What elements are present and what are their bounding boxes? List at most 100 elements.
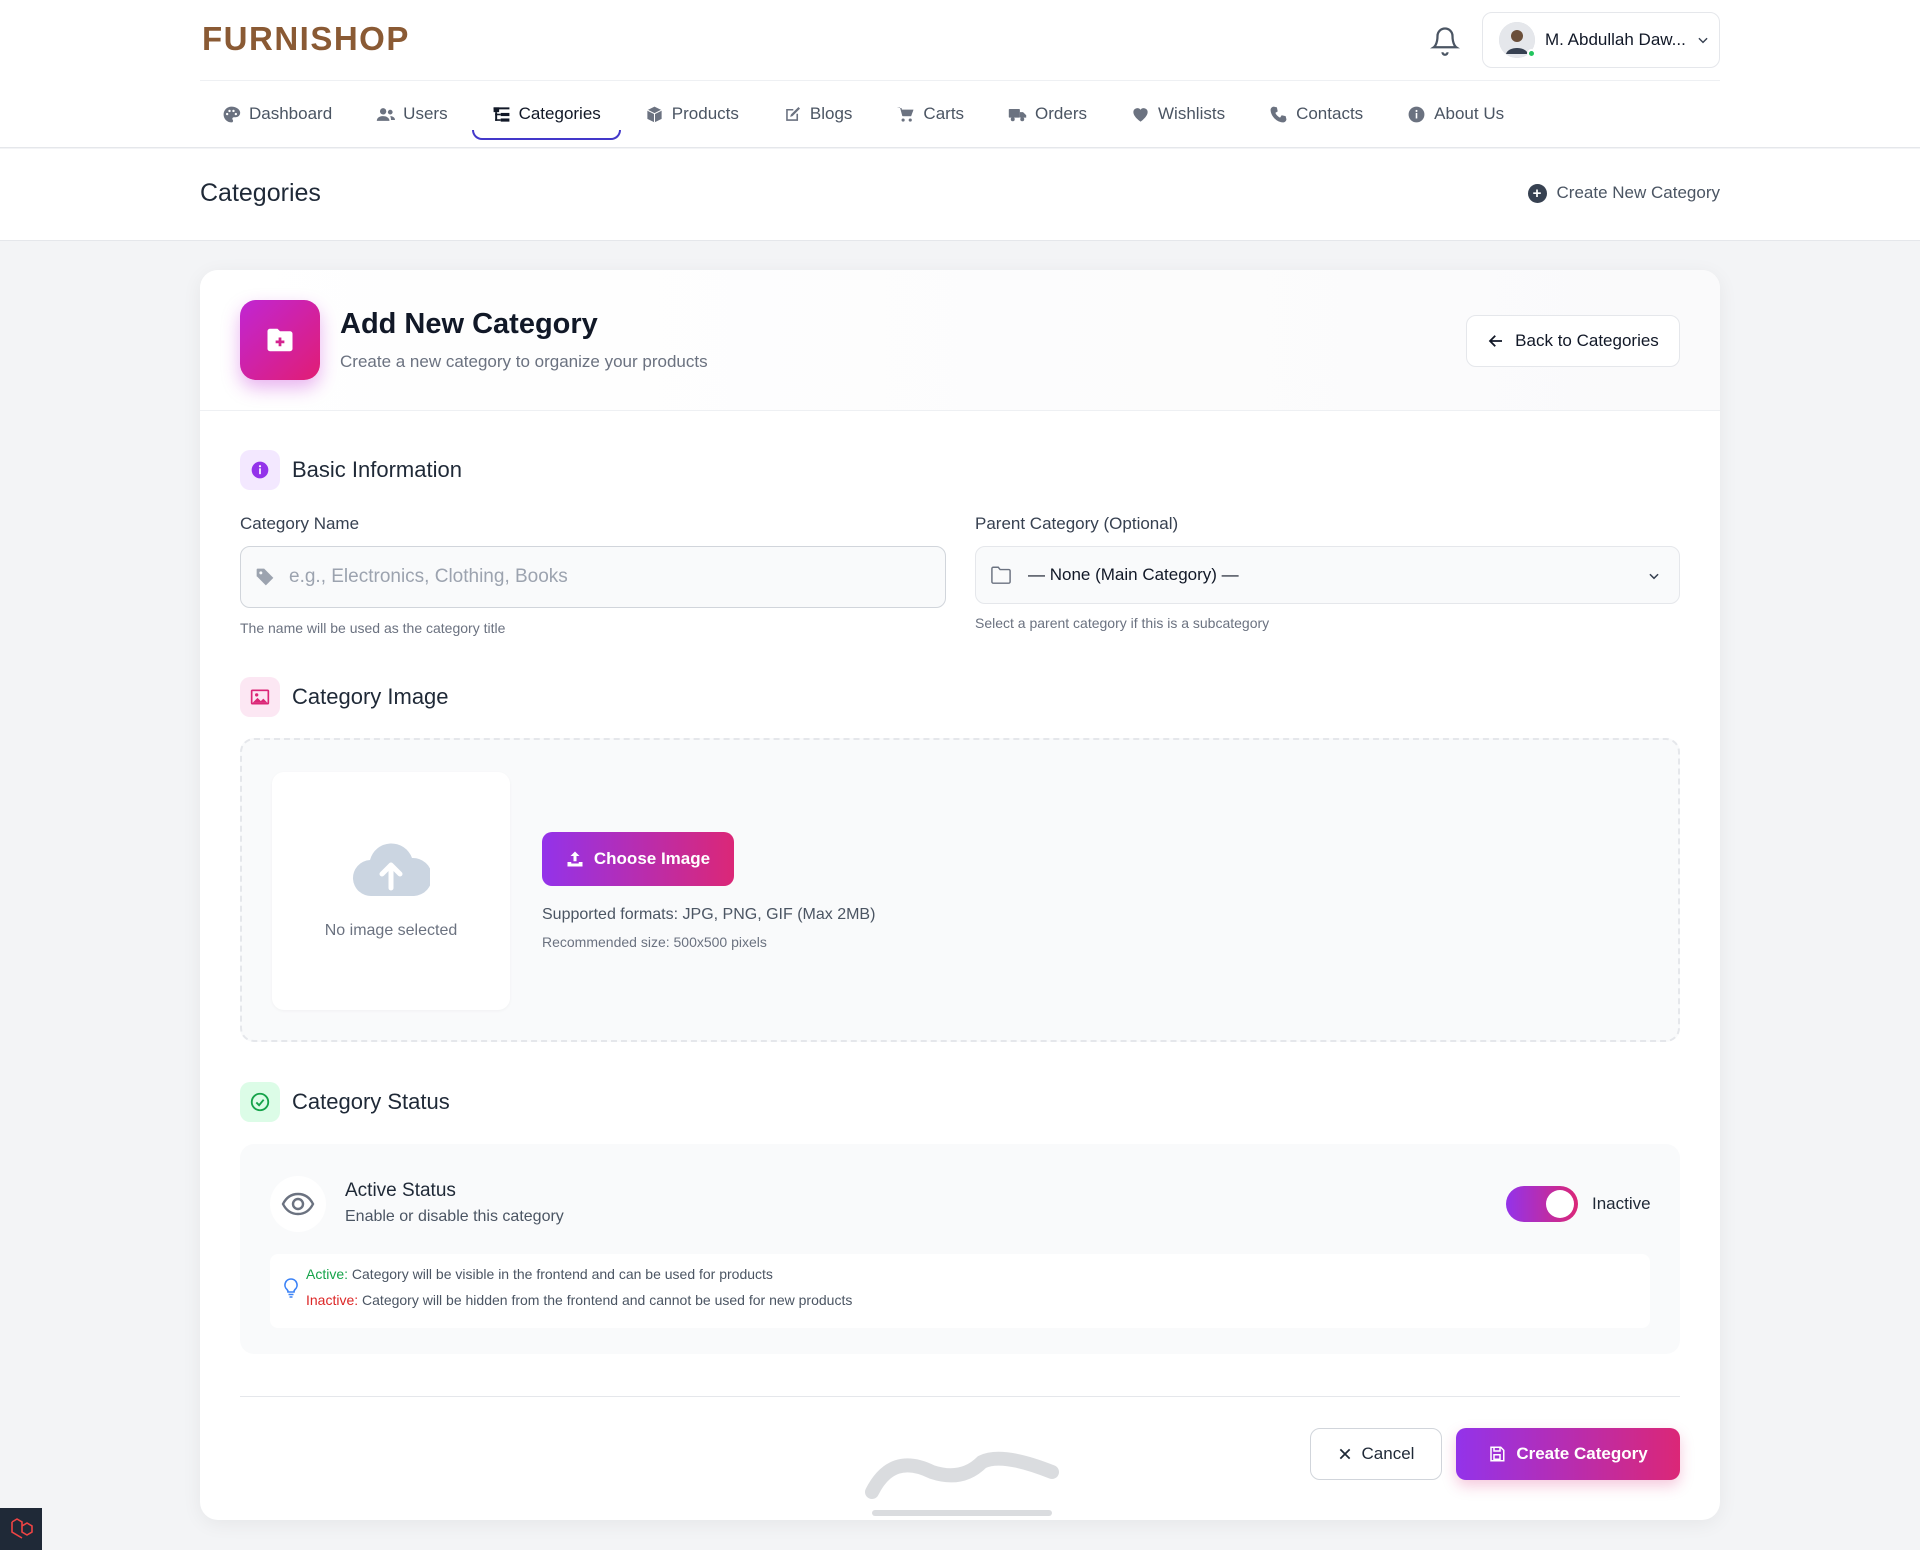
cloud-upload-icon [352,843,430,897]
note-active-key: Active: [306,1266,349,1282]
card-header: Add New Category Create a new category t… [200,270,1720,411]
bell-icon[interactable] [1430,26,1460,56]
nav-about-us[interactable]: About Us [1385,90,1526,138]
active-status-toggle[interactable] [1506,1186,1578,1222]
image-upload-area[interactable]: No image selected Choose Image Supported… [240,738,1680,1042]
nav-blogs[interactable]: Blogs [761,90,875,138]
avatar [1499,22,1536,58]
category-image-heading: Category Image [240,677,449,717]
basic-info-heading: Basic Information [240,450,462,490]
nav-label: Carts [923,104,965,123]
nav-orders[interactable]: Orders [986,90,1109,138]
save-icon [1490,1446,1505,1462]
nav-users[interactable]: Users [354,90,469,138]
nav-categories[interactable]: Categories [470,90,623,140]
create-new-category-link[interactable]: + Create New Category [1527,183,1720,203]
category-name-placeholder: e.g., Electronics, Clothing, Books [289,566,568,587]
create-link-label: Create New Category [1556,183,1720,202]
chevron-down-icon [1698,37,1708,44]
main-nav: Dashboard Users Categories Products Blog… [200,90,1526,140]
check-circle-icon [240,1082,280,1122]
parent-category-hint: Select a parent category if this is a su… [975,615,1270,631]
brand-logo[interactable]: FURNISHOP [202,20,410,58]
toggle-state-label: Inactive [1592,1194,1651,1213]
box-icon [646,106,662,122]
nav-label: Users [403,104,448,123]
page-title-bar: Categories + Create New Category [0,149,1920,241]
card-subtitle: Create a new category to organize your p… [340,352,708,371]
no-image-text: No image selected [324,922,458,939]
category-name-hint: The name will be used as the category ti… [240,620,506,636]
arrow-left-icon [1488,335,1503,347]
heart-icon [1133,107,1148,122]
truck-icon [1008,108,1027,121]
cancel-label: Cancel [1361,1444,1415,1463]
supported-formats-text: Supported formats: JPG, PNG, GIF (Max 2M… [542,906,876,923]
note-inactive-text: Category will be hidden from the fronten… [358,1292,853,1308]
nav-label: About Us [1434,104,1505,123]
back-to-categories-button[interactable]: Back to Categories [1466,315,1680,367]
nav-carts[interactable]: Carts [874,90,986,138]
nav-label: Products [671,104,739,123]
page-title: Categories [200,179,321,207]
info-circle-icon [240,450,280,490]
nav-label: Wishlists [1158,104,1226,123]
nav-label: Categories [518,104,601,123]
nav-dashboard[interactable]: Dashboard [200,90,354,138]
phone-icon [1270,106,1287,122]
section-label: Basic Information [292,457,462,482]
category-status-heading: Category Status [240,1082,450,1122]
toggle-knob [1546,1190,1574,1218]
top-header: FURNISHOP M. Abdullah Daw... Dashboard U… [0,0,1920,148]
online-indicator [1527,49,1536,58]
user-name: M. Abdullah Daw... [1545,30,1686,49]
category-name-input[interactable]: e.g., Electronics, Clothing, Books [240,546,946,608]
parent-category-label: Parent Category (Optional) [975,514,1179,533]
parent-category-value: — None (Main Category) — [1028,565,1239,584]
header-divider [200,80,1720,81]
note-active-line: Active: Category will be visible in the … [306,1266,773,1282]
cancel-button[interactable]: Cancel [1310,1428,1442,1480]
sitemap-icon [493,106,509,122]
nav-contacts[interactable]: Contacts [1247,90,1385,138]
choose-image-label: Choose Image [593,849,711,868]
parent-category-select[interactable]: — None (Main Category) — [975,546,1680,604]
section-label: Category Status [292,1089,450,1114]
info-icon [1408,106,1425,122]
plus-circle-icon: + [1527,183,1547,203]
active-status-title: Active Status [345,1180,456,1201]
add-category-card: Add New Category Create a new category t… [200,270,1720,1520]
create-category-button[interactable]: Create Category [1456,1428,1680,1480]
nav-products[interactable]: Products [623,90,761,138]
form-footer-divider [240,1396,1680,1397]
lightbulb-icon [284,1278,298,1298]
nav-label: Blogs [809,104,853,123]
active-status-subtitle: Enable or disable this category [345,1208,564,1225]
user-menu[interactable]: M. Abdullah Daw... [1482,12,1720,68]
edit-icon [786,106,800,121]
chevron-down-icon [1649,573,1659,580]
note-inactive-key: Inactive: [306,1292,359,1308]
section-label: Category Image [292,684,449,709]
category-name-label: Category Name [240,514,360,533]
close-icon [1339,1448,1350,1460]
nav-label: Orders [1035,104,1088,123]
note-inactive-line: Inactive: Category will be hidden from t… [306,1292,852,1308]
framework-badge-icon[interactable] [0,1508,42,1550]
card-title: Add New Category [340,308,598,340]
upload-icon [567,851,583,867]
tag-icon [256,568,274,586]
watermark-logo [865,1451,1059,1516]
folder-icon [991,566,1011,584]
folder-plus-icon [240,300,320,380]
image-icon [240,677,280,717]
nav-label: Contacts [1296,104,1364,123]
status-panel: Active Status Enable or disable this cat… [240,1144,1680,1354]
nav-label: Dashboard [249,104,333,123]
eye-icon [270,1176,326,1232]
choose-image-button[interactable]: Choose Image [542,832,734,886]
cart-icon [897,106,914,122]
nav-wishlists[interactable]: Wishlists [1109,90,1247,138]
note-active-text: Category will be visible in the frontend… [348,1266,773,1282]
palette-icon [223,106,241,122]
